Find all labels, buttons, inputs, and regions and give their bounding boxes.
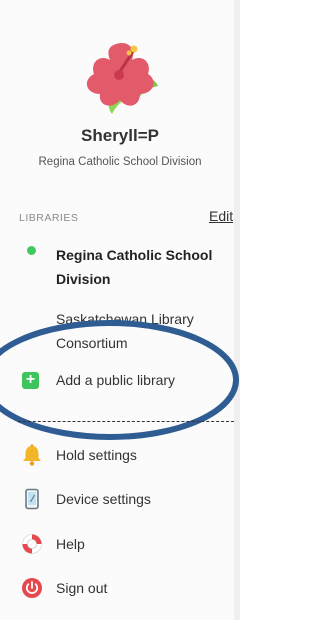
hibiscus-flower-icon: [86, 42, 158, 114]
avatar: [78, 36, 162, 120]
bell-icon: [23, 444, 41, 466]
menu-item-label: Device settings: [56, 491, 151, 507]
account-panel: Sheryll=P Regina Catholic School Divisio…: [0, 0, 240, 620]
library-item-label: Regina Catholic School Division: [56, 247, 213, 287]
menu-item-label: Sign out: [56, 580, 108, 596]
add-library-label: Add a public library: [56, 372, 176, 388]
libraries-section-label: LIBRARIES: [19, 212, 79, 224]
library-item-label: Saskatchewan Library Consortium: [56, 311, 194, 351]
menu-item-sign-out[interactable]: Sign out: [18, 576, 228, 602]
menu-item-label: Hold settings: [56, 447, 137, 463]
power-icon: [22, 578, 42, 598]
lifebuoy-icon: [22, 534, 42, 554]
menu-item-device-settings[interactable]: Device settings: [18, 487, 228, 513]
add-public-library-button[interactable]: + Add a public library: [18, 371, 228, 393]
section-divider: [18, 421, 234, 422]
profile-organization: Regina Catholic School Division: [38, 156, 202, 168]
plus-icon: +: [22, 372, 39, 389]
menu-item-label: Help: [56, 536, 85, 552]
menu-item-help[interactable]: Help: [18, 532, 228, 558]
menu-item-hold-settings[interactable]: Hold settings: [18, 443, 228, 469]
profile-name: Sheryll=P: [81, 126, 159, 145]
active-library-dot-icon: [27, 246, 36, 255]
device-icon: [25, 488, 39, 510]
edit-libraries-link[interactable]: Edit: [209, 208, 233, 224]
